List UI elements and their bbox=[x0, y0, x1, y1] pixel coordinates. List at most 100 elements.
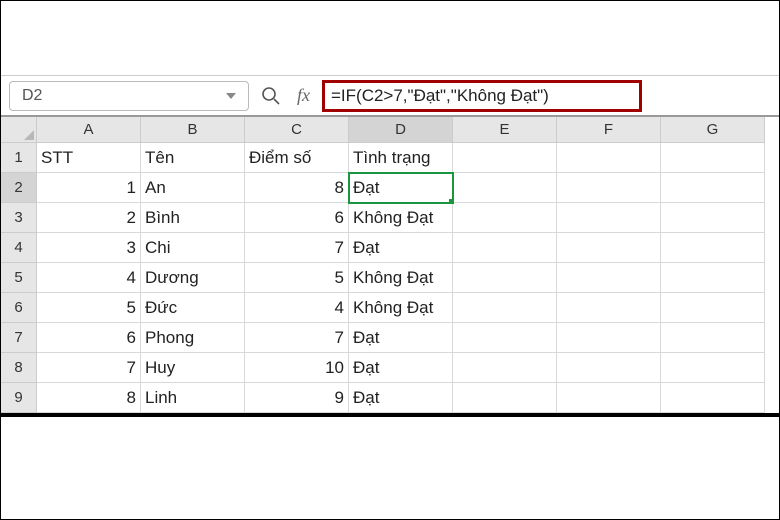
name-box-value: D2 bbox=[22, 87, 42, 105]
cell[interactable]: Bình bbox=[141, 203, 245, 233]
cell[interactable]: Đạt bbox=[349, 383, 453, 413]
cell[interactable] bbox=[557, 293, 661, 323]
cell[interactable] bbox=[661, 263, 765, 293]
cell[interactable]: 1 bbox=[37, 173, 141, 203]
column-headers-row: A B C D E F G bbox=[1, 117, 779, 143]
cell[interactable]: 4 bbox=[245, 293, 349, 323]
cell[interactable]: 7 bbox=[37, 353, 141, 383]
row-header[interactable]: 1 bbox=[1, 143, 37, 173]
cell[interactable]: Đạt bbox=[349, 233, 453, 263]
cell[interactable]: 7 bbox=[245, 323, 349, 353]
col-header-A[interactable]: A bbox=[37, 117, 141, 143]
table-row: 3 2 Bình 6 Không Đạt bbox=[1, 203, 779, 233]
cell[interactable]: Dương bbox=[141, 263, 245, 293]
cell[interactable] bbox=[453, 143, 557, 173]
cell[interactable]: Tình trạng bbox=[349, 143, 453, 173]
row-header[interactable]: 7 bbox=[1, 323, 37, 353]
col-header-E[interactable]: E bbox=[453, 117, 557, 143]
cell[interactable]: Linh bbox=[141, 383, 245, 413]
cell[interactable] bbox=[453, 203, 557, 233]
row-header[interactable]: 6 bbox=[1, 293, 37, 323]
cell[interactable] bbox=[557, 173, 661, 203]
cell[interactable]: 5 bbox=[37, 293, 141, 323]
cell[interactable] bbox=[661, 173, 765, 203]
cell[interactable]: 8 bbox=[37, 383, 141, 413]
col-header-C[interactable]: C bbox=[245, 117, 349, 143]
col-header-G[interactable]: G bbox=[661, 117, 765, 143]
table-row: 5 4 Dương 5 Không Đạt bbox=[1, 263, 779, 293]
cell[interactable]: Không Đạt bbox=[349, 263, 453, 293]
cell[interactable]: Điểm số bbox=[245, 143, 349, 173]
cell[interactable]: An bbox=[141, 173, 245, 203]
table-row: 4 3 Chi 7 Đạt bbox=[1, 233, 779, 263]
cell[interactable]: 10 bbox=[245, 353, 349, 383]
cell[interactable] bbox=[453, 383, 557, 413]
cell[interactable] bbox=[557, 353, 661, 383]
cell[interactable] bbox=[557, 323, 661, 353]
cell[interactable] bbox=[661, 203, 765, 233]
cell[interactable] bbox=[661, 323, 765, 353]
cell[interactable] bbox=[453, 173, 557, 203]
cell[interactable]: 6 bbox=[245, 203, 349, 233]
zoom-icon[interactable] bbox=[257, 82, 285, 110]
table-row: 1 STT Tên Điểm số Tình trạng bbox=[1, 143, 779, 173]
row-header[interactable]: 4 bbox=[1, 233, 37, 263]
cell[interactable]: 4 bbox=[37, 263, 141, 293]
row-header[interactable]: 9 bbox=[1, 383, 37, 413]
cell[interactable] bbox=[557, 263, 661, 293]
cell[interactable]: Huy bbox=[141, 353, 245, 383]
col-header-F[interactable]: F bbox=[557, 117, 661, 143]
window-top-padding bbox=[1, 1, 779, 75]
select-all-corner[interactable] bbox=[1, 117, 37, 143]
cell[interactable]: 8 bbox=[245, 173, 349, 203]
cell[interactable] bbox=[661, 293, 765, 323]
cell[interactable] bbox=[557, 233, 661, 263]
table-row: 2 1 An 8 Đạt bbox=[1, 173, 779, 203]
table-row: 6 5 Đức 4 Không Đạt bbox=[1, 293, 779, 323]
viewport-bottom-edge bbox=[1, 413, 779, 417]
cell[interactable] bbox=[661, 353, 765, 383]
cell[interactable]: 6 bbox=[37, 323, 141, 353]
name-box[interactable]: D2 bbox=[9, 81, 249, 111]
col-header-B[interactable]: B bbox=[141, 117, 245, 143]
cell[interactable]: Đạt bbox=[349, 353, 453, 383]
table-row: 8 7 Huy 10 Đạt bbox=[1, 353, 779, 383]
cell[interactable]: Đức bbox=[141, 293, 245, 323]
cell[interactable]: 2 bbox=[37, 203, 141, 233]
cell[interactable]: 5 bbox=[245, 263, 349, 293]
cell[interactable]: Chi bbox=[141, 233, 245, 263]
formula-input-highlight bbox=[322, 80, 642, 112]
row-header[interactable]: 3 bbox=[1, 203, 37, 233]
cell[interactable] bbox=[661, 143, 765, 173]
cell[interactable]: Tên bbox=[141, 143, 245, 173]
cell[interactable]: Không Đạt bbox=[349, 203, 453, 233]
table-row: 9 8 Linh 9 Đạt bbox=[1, 383, 779, 413]
cell[interactable]: Không Đạt bbox=[349, 293, 453, 323]
cell[interactable]: 3 bbox=[37, 233, 141, 263]
row-header[interactable]: 2 bbox=[1, 173, 37, 203]
formula-input[interactable] bbox=[331, 86, 633, 106]
cell[interactable] bbox=[453, 323, 557, 353]
cell[interactable] bbox=[557, 203, 661, 233]
cell[interactable] bbox=[661, 383, 765, 413]
cell[interactable] bbox=[453, 353, 557, 383]
fx-label[interactable]: fx bbox=[293, 85, 314, 106]
cell[interactable] bbox=[453, 233, 557, 263]
cell[interactable] bbox=[661, 233, 765, 263]
cell[interactable]: STT bbox=[37, 143, 141, 173]
cell[interactable] bbox=[557, 383, 661, 413]
cell[interactable]: 9 bbox=[245, 383, 349, 413]
cell[interactable]: Phong bbox=[141, 323, 245, 353]
table-row: 7 6 Phong 7 Đạt bbox=[1, 323, 779, 353]
spreadsheet-grid[interactable]: A B C D E F G 1 STT Tên Điểm số Tình trạ… bbox=[1, 117, 779, 417]
row-header[interactable]: 5 bbox=[1, 263, 37, 293]
active-cell[interactable]: Đạt bbox=[349, 173, 453, 203]
col-header-D[interactable]: D bbox=[349, 117, 453, 143]
cell[interactable] bbox=[453, 293, 557, 323]
cell[interactable]: Đạt bbox=[349, 323, 453, 353]
chevron-down-icon[interactable] bbox=[226, 93, 236, 99]
cell[interactable] bbox=[453, 263, 557, 293]
cell[interactable] bbox=[557, 143, 661, 173]
cell[interactable]: 7 bbox=[245, 233, 349, 263]
row-header[interactable]: 8 bbox=[1, 353, 37, 383]
